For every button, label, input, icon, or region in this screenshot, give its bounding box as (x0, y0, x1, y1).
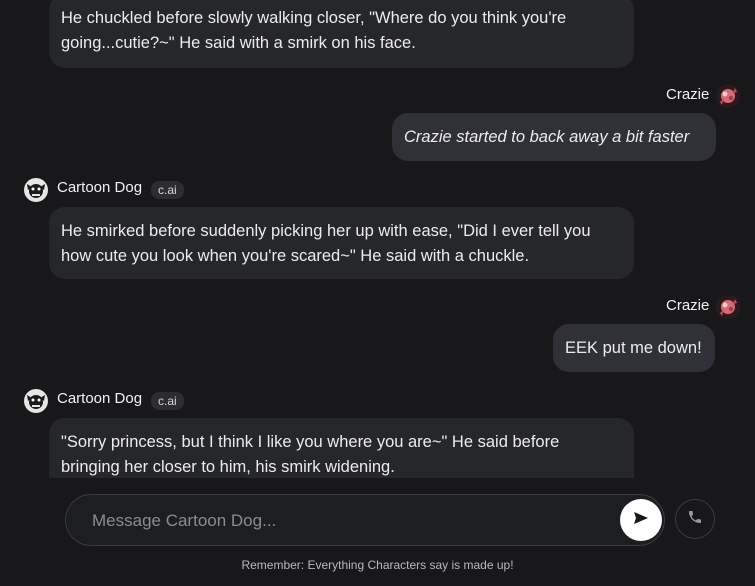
message-text: He smirked before suddenly picking her u… (61, 222, 591, 265)
phone-icon (687, 509, 703, 530)
cartoon-dog-avatar[interactable] (24, 178, 48, 202)
call-button[interactable] (675, 499, 715, 539)
message-bubble: He chuckled before slowly walking closer… (49, 0, 634, 68)
message-text: EEK put me down! (565, 339, 702, 357)
send-button[interactable] (620, 499, 662, 541)
message-author: Crazie (666, 297, 710, 314)
character-badge: c.ai (151, 181, 184, 199)
crazie-avatar[interactable] (716, 295, 740, 319)
chat-history[interactable]: He chuckled before slowly walking closer… (0, 0, 755, 478)
cartoon-dog-avatar[interactable] (24, 389, 48, 413)
character-badge: c.ai (151, 392, 184, 410)
message-author: Cartoon Dog (57, 390, 143, 407)
message-text: "Sorry princess, but I think I like you … (61, 433, 560, 476)
disclaimer-text: Remember: Everything Characters say is m… (241, 558, 514, 572)
message-input[interactable] (90, 508, 594, 534)
message-author: Cartoon Dog (57, 179, 143, 196)
message-author: Crazie (666, 86, 710, 103)
message-text: He chuckled before slowly walking closer… (61, 9, 567, 52)
message-text: Crazie started to back away a bit faster (404, 128, 690, 146)
message-composer (65, 494, 665, 546)
crazie-avatar[interactable] (716, 84, 740, 108)
message-bubble: Crazie started to back away a bit faster (392, 113, 716, 161)
message-bubble: EEK put me down! (553, 324, 715, 372)
send-arrow-icon (633, 511, 649, 530)
message-bubble: "Sorry princess, but I think I like you … (49, 418, 634, 478)
message-bubble: He smirked before suddenly picking her u… (49, 207, 634, 279)
